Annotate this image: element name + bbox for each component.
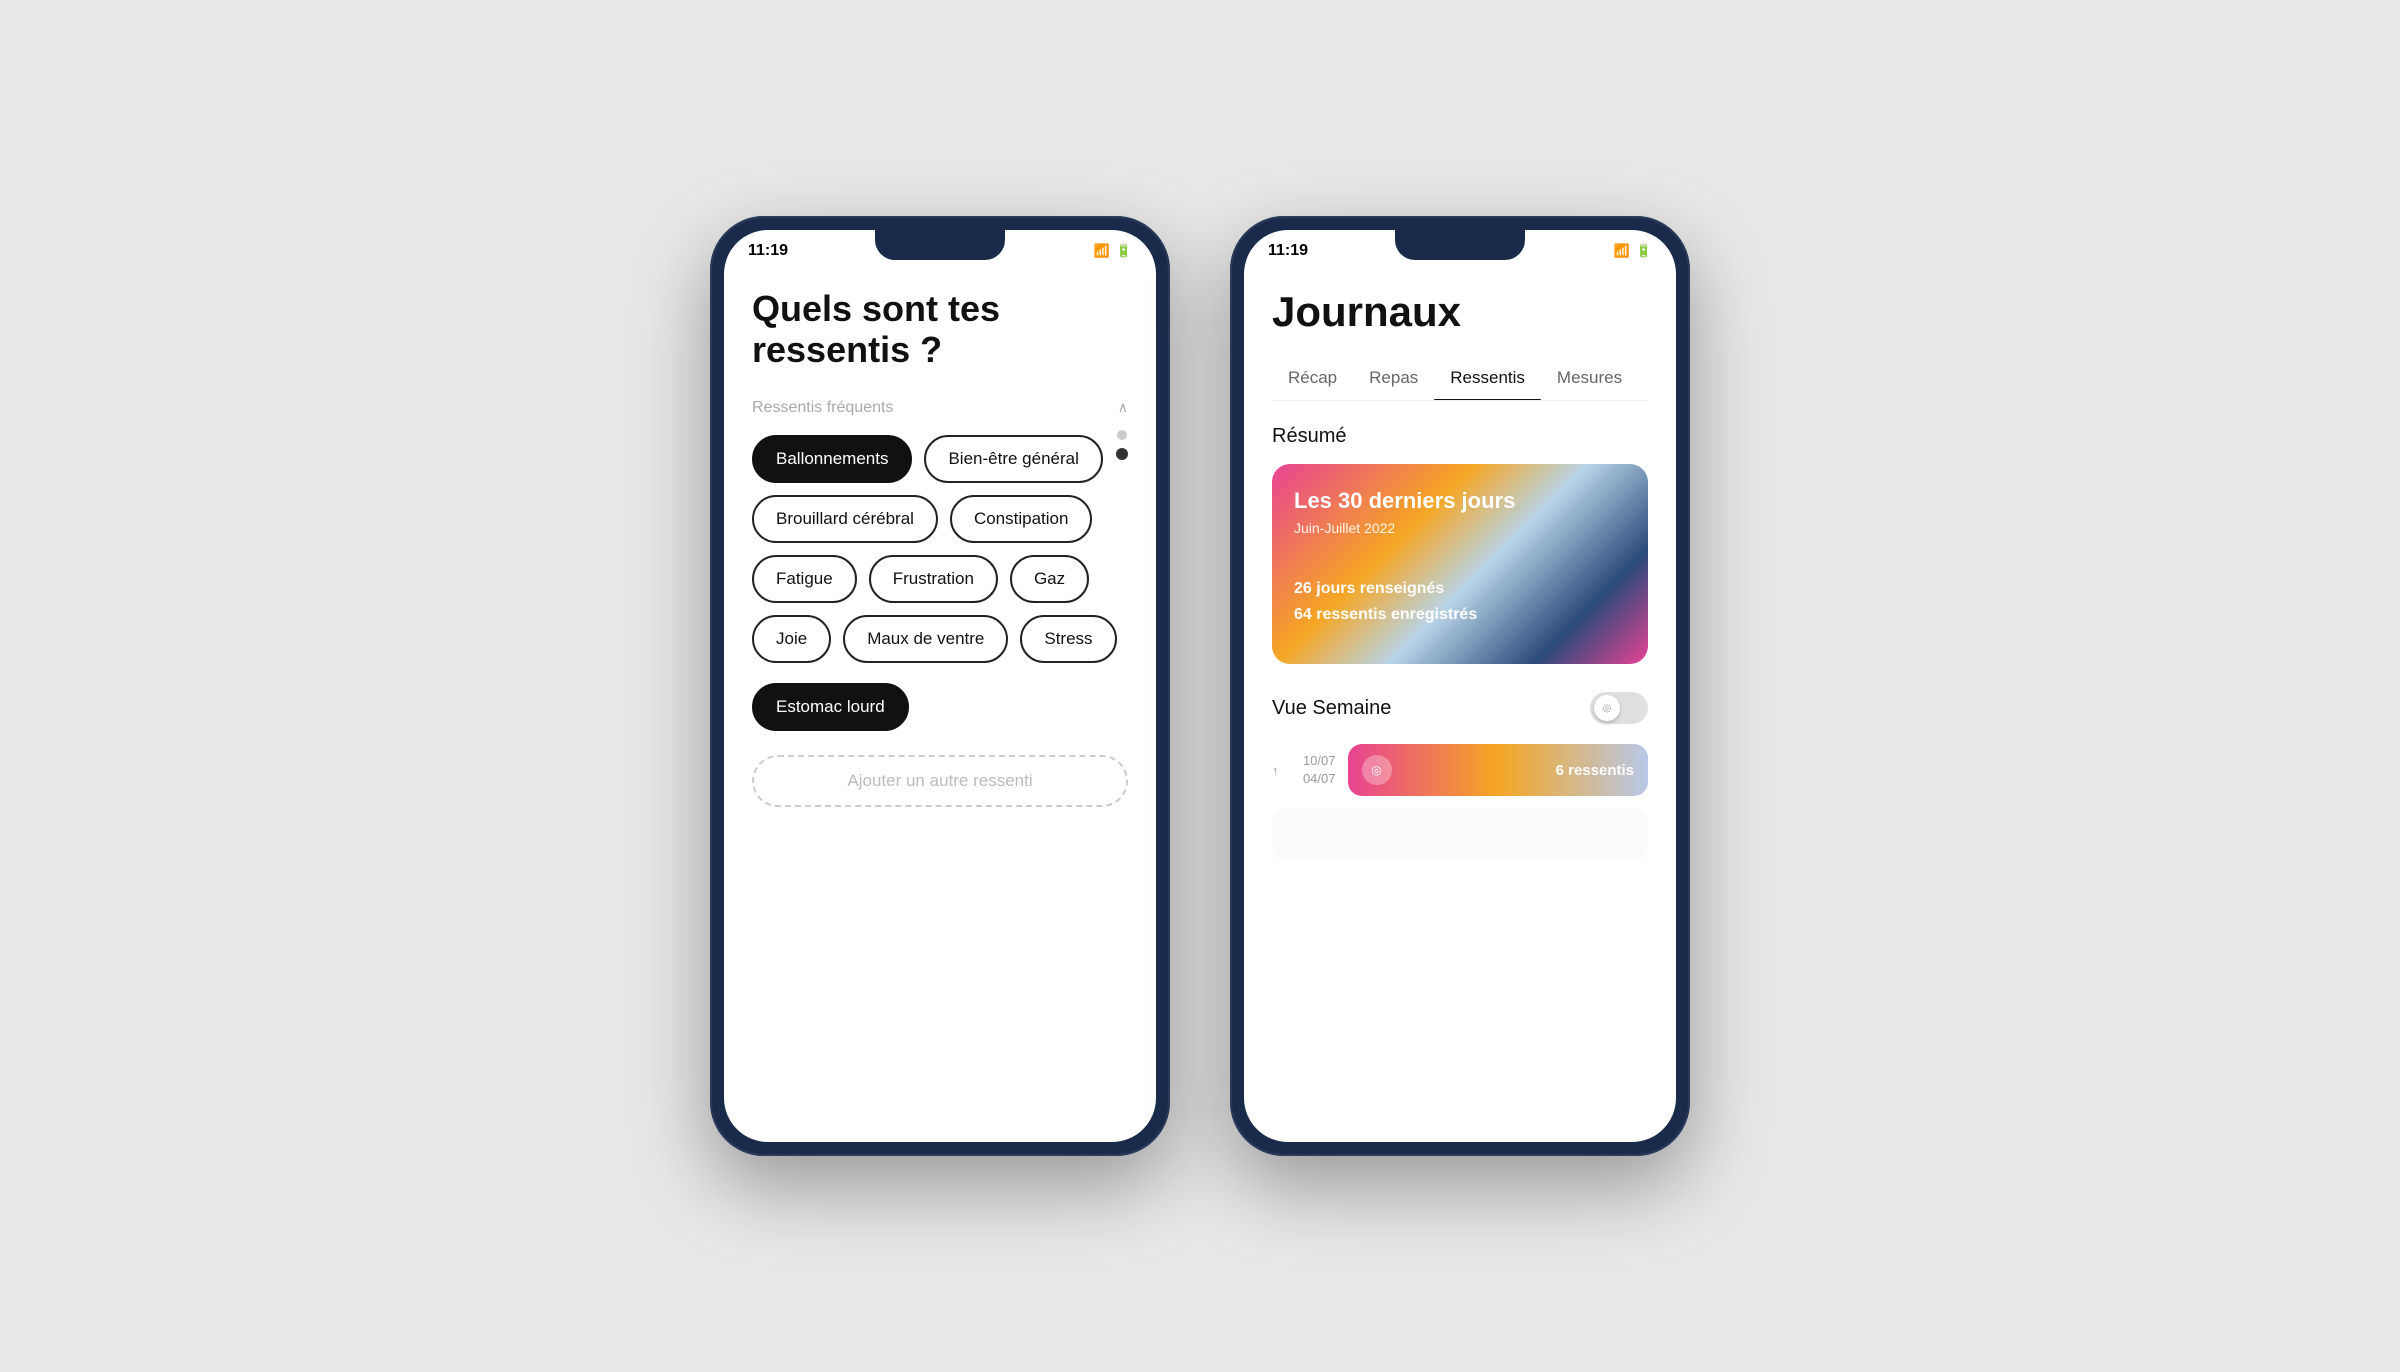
battery-icon-left: 🔋	[1116, 243, 1132, 259]
week-bar-icon: ◎	[1362, 755, 1392, 785]
tag-frustration[interactable]: Frustration	[869, 555, 998, 603]
tab-ressentis[interactable]: Ressentis	[1434, 360, 1541, 400]
tab-repas[interactable]: Repas	[1353, 360, 1434, 400]
tab-mesures[interactable]: Mesures	[1541, 360, 1638, 400]
card-stats: 26 jours renseignés 64 ressentis enregis…	[1294, 576, 1626, 627]
tag-stress[interactable]: Stress	[1020, 615, 1116, 663]
status-icons-right: 📶 🔋	[1614, 243, 1652, 259]
tag-brouillard[interactable]: Brouillard cérébral	[752, 495, 938, 543]
journals-title: Journaux	[1272, 288, 1648, 336]
phone-left: 11:19 📶 🔋 Quels sont tes ressentis ? Res…	[710, 216, 1170, 1156]
date-top: 10/07	[1303, 753, 1336, 768]
toggle-thumb: ◎	[1594, 695, 1620, 721]
status-icons-left: 📶 🔋	[1094, 243, 1132, 259]
date-bottom: 04/07	[1303, 771, 1336, 786]
card-subtitle: Juin-Juillet 2022	[1294, 520, 1626, 536]
wifi-icon-right: 📶	[1614, 243, 1630, 259]
dot-1	[1117, 430, 1127, 440]
phone-screen-right: 11:19 📶 🔋 Journaux Récap Repas Ressentis…	[1244, 230, 1676, 1142]
week-row: ↑ 10/07 04/07 ◎ 6 ressentis	[1272, 744, 1648, 796]
tag-ballonnements[interactable]: Ballonnements	[752, 435, 912, 483]
week-bar-empty	[1272, 808, 1648, 860]
vue-semaine-row: Vue Semaine ◎	[1272, 692, 1648, 724]
tag-maux[interactable]: Maux de ventre	[843, 615, 1008, 663]
vue-semaine-toggle[interactable]: ◎	[1590, 692, 1648, 724]
tag-joie[interactable]: Joie	[752, 615, 831, 663]
tag-constipation[interactable]: Constipation	[950, 495, 1093, 543]
tag-estomac[interactable]: Estomac lourd	[752, 683, 909, 731]
card-title: Les 30 derniers jours	[1294, 488, 1626, 514]
tabs-row: Récap Repas Ressentis Mesures Somme	[1272, 360, 1648, 401]
phone-right: 11:19 📶 🔋 Journaux Récap Repas Ressentis…	[1230, 216, 1690, 1156]
tag-bien-etre[interactable]: Bien-être général	[924, 435, 1102, 483]
week-bar-label: 6 ressentis	[1556, 762, 1634, 779]
page-dots	[1116, 430, 1128, 460]
up-arrow-icon: ↑	[1272, 763, 1279, 778]
resume-label: Résumé	[1272, 425, 1648, 448]
section-label: Ressentis fréquents	[752, 399, 893, 417]
week-date: 10/07 04/07	[1281, 752, 1336, 788]
phone-screen-left: 11:19 📶 🔋 Quels sont tes ressentis ? Res…	[724, 230, 1156, 1142]
week-bar[interactable]: ◎ 6 ressentis	[1348, 744, 1649, 796]
chevron-up-icon[interactable]: ∧	[1118, 399, 1128, 416]
wifi-icon-left: 📶	[1094, 243, 1110, 259]
tag-gaz[interactable]: Gaz	[1010, 555, 1089, 603]
add-feeling-button[interactable]: Ajouter un autre ressenti	[752, 755, 1128, 807]
week-date-wrapper: ↑ 10/07 04/07	[1272, 752, 1336, 788]
summary-card: Les 30 derniers jours Juin-Juillet 2022 …	[1272, 464, 1648, 664]
status-time-right: 11:19	[1268, 242, 1308, 260]
tag-fatigue[interactable]: Fatigue	[752, 555, 857, 603]
status-time-left: 11:19	[748, 242, 788, 260]
vue-semaine-label: Vue Semaine	[1272, 697, 1391, 720]
battery-icon-right: 🔋	[1636, 243, 1652, 259]
left-screen-content: Quels sont tes ressentis ? Ressentis fré…	[724, 264, 1156, 1126]
stat-2: 64 ressentis enregistrés	[1294, 602, 1626, 628]
page-title-left: Quels sont tes ressentis ?	[752, 288, 1128, 371]
right-screen-content: Journaux Récap Repas Ressentis Mesures S…	[1244, 264, 1676, 1126]
stat-1: 26 jours renseignés	[1294, 576, 1626, 602]
tab-recap[interactable]: Récap	[1272, 360, 1353, 400]
section-header: Ressentis fréquents ∧	[752, 399, 1128, 417]
tags-container: Ballonnements Bien-être général Brouilla…	[752, 435, 1128, 663]
notch-left	[875, 230, 1005, 260]
tab-somme[interactable]: Somme	[1638, 360, 1648, 400]
dot-2	[1116, 448, 1128, 460]
notch-right	[1395, 230, 1525, 260]
